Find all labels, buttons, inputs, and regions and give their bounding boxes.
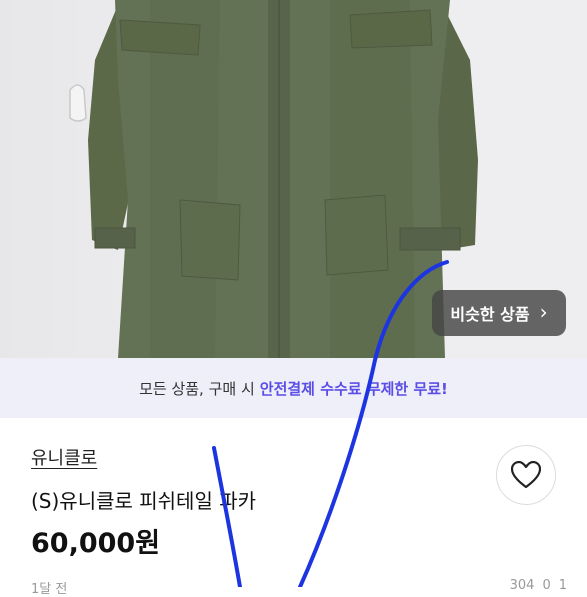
chat-count: 0 xyxy=(542,578,551,593)
promo-accent-text: 안전결제 수수료 무제한 무료! xyxy=(259,379,448,398)
shop-name-link[interactable]: 유니클로 xyxy=(31,444,97,470)
similar-products-label: 비슷한 상품 xyxy=(450,305,530,324)
product-title: (S)유니클로 피쉬테일 파카 xyxy=(31,489,257,513)
similar-products-button[interactable]: 비슷한 상품 › xyxy=(432,290,566,336)
view-count: 304 xyxy=(509,578,535,593)
product-stats: 304 0 1 xyxy=(510,578,567,593)
promo-banner[interactable]: 모든 상품, 구매 시 안전결제 수수료 무제한 무료! xyxy=(0,358,587,418)
posted-time: 1달 전 xyxy=(31,582,68,597)
product-photo[interactable]: 비슷한 상품 › xyxy=(0,0,587,358)
chevron-right-icon: › xyxy=(539,300,548,324)
product-price: 60,000원 xyxy=(31,528,161,559)
like-count: 1 xyxy=(558,578,567,593)
promo-text: 모든 상품, 구매 시 xyxy=(139,379,255,398)
like-button[interactable] xyxy=(496,445,556,505)
heart-outline-icon xyxy=(511,461,541,489)
